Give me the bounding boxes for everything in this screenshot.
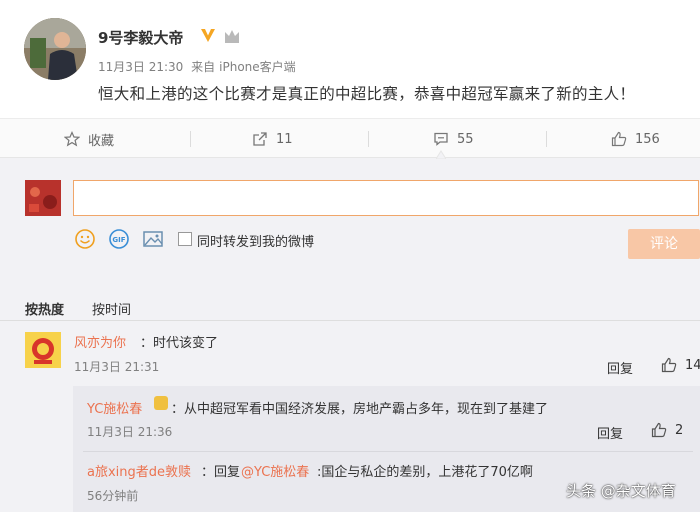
comment-reply-link[interactable]: 回复 — [607, 358, 633, 377]
comment-like-count: 14 — [685, 357, 700, 373]
submit-comment-button[interactable]: 评论 — [628, 229, 700, 259]
comment-time: 11月3日 21:31 — [74, 360, 160, 374]
repost-count: 11 — [276, 131, 293, 147]
reply-username[interactable]: YC施松春 — [87, 398, 142, 417]
post-meta: 11月3日 21:30 来自 iPhone客户端 — [98, 58, 300, 75]
thumbs-up-icon — [611, 131, 627, 147]
post-date[interactable]: 11月3日 21:30 — [98, 60, 183, 74]
post-text: 恒大和上港的这个比赛才是真正的中超比赛，恭喜中超冠军赢来了新的主人！ — [98, 85, 636, 103]
image-icon[interactable] — [142, 228, 164, 250]
sort-by-hot-tab[interactable]: 按热度 — [25, 299, 64, 318]
like-button[interactable]: 156 — [611, 119, 660, 159]
reply-text-prefix: ：回复 — [201, 465, 241, 480]
watermark: 头条 @杂文体育 — [566, 482, 676, 500]
reply-reply-link[interactable]: 回复 — [597, 423, 623, 442]
sort-divider — [0, 320, 700, 321]
post-source-prefix: 来自 — [191, 60, 216, 74]
reply-text: :国企与私企的差别，上港花了70亿啊 — [317, 465, 533, 480]
reply-time: 56分钟前 — [87, 489, 139, 503]
reply-time: 11月3日 21:36 — [87, 425, 173, 439]
like-count: 156 — [635, 131, 660, 147]
favorite-label: 收藏 — [88, 133, 115, 149]
repost-icon — [253, 132, 267, 146]
thumbs-up-icon — [651, 422, 667, 438]
action-divider — [546, 131, 547, 147]
crown-icon — [225, 30, 239, 43]
author-avatar[interactable] — [24, 18, 86, 80]
author-name[interactable]: 9号李毅大帝 — [98, 27, 183, 48]
favorite-button[interactable]: 收藏 — [64, 119, 114, 159]
member-badge-icon — [154, 396, 168, 410]
sort-by-time-tab[interactable]: 按时间 — [92, 299, 131, 318]
reply-text: ：从中超冠军看中国经济发展，房地产霸占多年，现在到了基建了 — [171, 402, 549, 417]
current-user-avatar[interactable] — [25, 180, 61, 216]
comment-icon — [434, 132, 448, 146]
reply-like-count: 2 — [675, 422, 684, 438]
reply-divider — [83, 451, 693, 452]
comment-like-button[interactable]: 14 — [661, 357, 700, 373]
post-source[interactable]: iPhone客户端 — [219, 60, 296, 74]
reply-like-button[interactable]: 2 — [651, 422, 683, 438]
thumbs-up-icon — [661, 357, 677, 373]
comment-caret-icon — [436, 150, 446, 159]
star-icon — [64, 131, 80, 147]
commenter-avatar[interactable] — [25, 332, 61, 368]
verified-v-icon — [201, 29, 215, 42]
comment-text: ：时代该变了 — [140, 336, 219, 351]
action-divider — [190, 131, 191, 147]
weibo-post: 9号李毅大帝 11月3日 21:30 来自 iPhone客户端 恒大和上港的这个比… — [0, 0, 700, 118]
post-action-bar: 收藏 11 55 156 — [0, 118, 700, 158]
gif-icon[interactable]: GIF — [108, 228, 130, 250]
repost-checkbox-label: 同时转发到我的微博 — [197, 235, 315, 250]
emoji-icon[interactable] — [74, 228, 96, 250]
comment-username[interactable]: 风亦为你 — [74, 332, 126, 351]
svg-text:GIF: GIF — [112, 236, 125, 244]
action-divider — [368, 131, 369, 147]
reply-mention[interactable]: @YC施松春 — [241, 461, 309, 480]
reply-username[interactable]: a旅xing者de敦赎 — [87, 461, 191, 480]
comment-input[interactable] — [73, 180, 699, 216]
comment-count: 55 — [457, 131, 474, 147]
repost-button[interactable]: 11 — [252, 119, 293, 159]
repost-checkbox[interactable] — [178, 232, 192, 246]
